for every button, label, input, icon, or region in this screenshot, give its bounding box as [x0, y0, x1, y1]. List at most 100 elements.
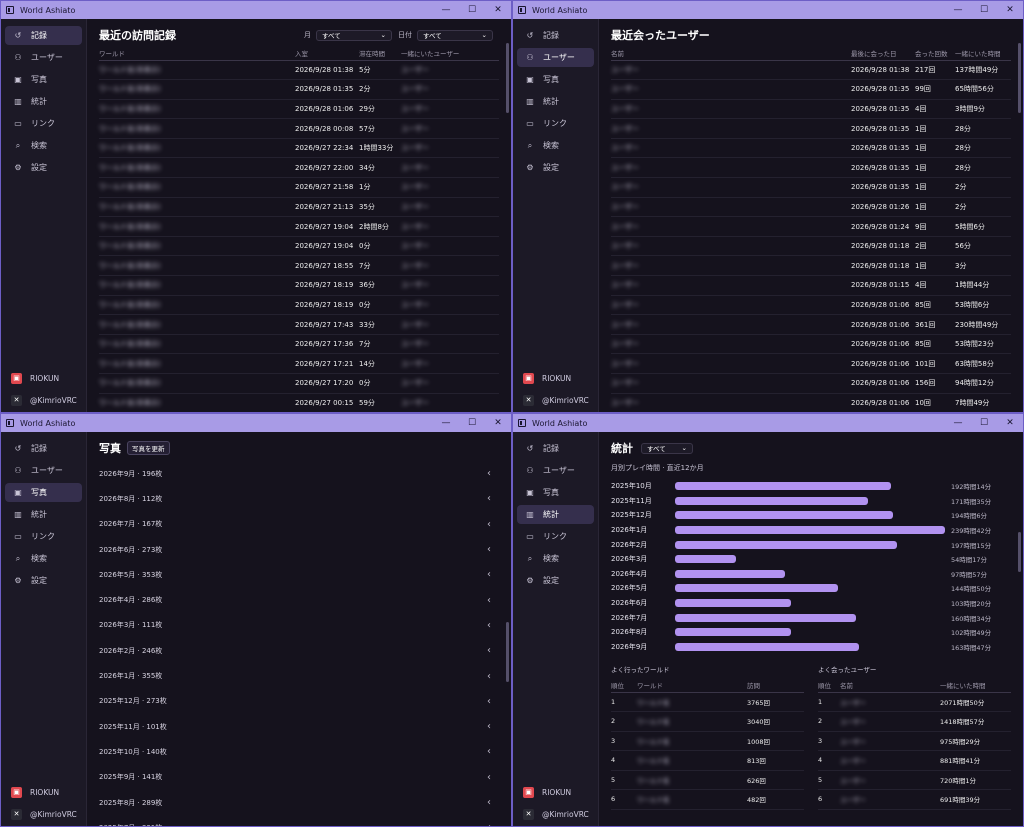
sidebar-item-1[interactable]: ⚇ ユーザー	[5, 461, 82, 480]
table-row[interactable]: 1 ワールド名 3765回	[611, 692, 804, 713]
table-row[interactable]: ワールド名(非表示) 2026/9/27 17:21 14分 ユーザー	[99, 353, 499, 374]
minimize-button[interactable]: —	[433, 418, 459, 428]
table-row[interactable]: ワールド名(非表示) 2026/9/27 21:58 1分 ユーザー	[99, 177, 499, 198]
table-row[interactable]: 2 ユーザー 1418時間57分	[818, 711, 1011, 732]
chevron-left-icon[interactable]: ‹	[487, 519, 491, 530]
sidebar-item-6[interactable]: ⚙ 設定	[517, 158, 594, 177]
title-bar[interactable]: World Ashiato — ☐ ✕	[1, 414, 511, 432]
sidebar-item-4[interactable]: ▭ リンク	[517, 114, 594, 133]
chevron-left-icon[interactable]: ‹	[487, 620, 491, 631]
table-row[interactable]: 1 ユーザー 2071時間50分	[818, 692, 1011, 713]
table-row[interactable]: 5 ワールド名 626回	[611, 770, 804, 791]
sidebar-item-4[interactable]: ▭ リンク	[5, 527, 82, 546]
table-row[interactable]: ワールド名(非表示) 2026/9/27 21:13 35分 ユーザー	[99, 197, 499, 218]
table-row[interactable]: ワールド名(非表示) 2026/9/28 01:38 5分 ユーザー	[99, 60, 499, 81]
riokun-link[interactable]: ▣ RIOKUN	[1, 782, 87, 802]
table-row[interactable]: ワールド名(非表示) 2026/9/27 18:19 36分 ユーザー	[99, 275, 499, 296]
sidebar-item-2[interactable]: ▣ 写真	[5, 70, 82, 89]
table-row[interactable]: ユーザー 2026/9/28 01:35 1回 28分	[611, 118, 1011, 139]
table-row[interactable]: 5 ユーザー 720時間1分	[818, 770, 1011, 791]
sidebar-item-2[interactable]: ▣ 写真	[5, 483, 82, 502]
sidebar-item-0[interactable]: ↺ 記録	[5, 26, 82, 45]
table-row[interactable]: 6 ユーザー 691時間39分	[818, 789, 1011, 810]
table-row[interactable]: ワールド名(非表示) 2026/9/27 18:19 0分 ユーザー	[99, 295, 499, 316]
chevron-left-icon[interactable]: ‹	[487, 569, 491, 580]
riokun-link[interactable]: ▣ RIOKUN	[513, 368, 599, 388]
maximize-button[interactable]: ☐	[971, 418, 997, 428]
table-row[interactable]: ワールド名(非表示) 2026/9/28 01:06 29分 ユーザー	[99, 99, 499, 120]
minimize-button[interactable]: —	[945, 5, 971, 15]
photo-month-row[interactable]: 2026年9月 · 196枚 ‹	[99, 461, 499, 486]
chevron-left-icon[interactable]: ‹	[487, 493, 491, 504]
table-row[interactable]: ユーザー 2026/9/28 01:38 217回 137時間49分	[611, 60, 1011, 81]
twitter-link[interactable]: ✕ @KimrioVRC	[513, 804, 599, 824]
sidebar-item-1[interactable]: ⚇ ユーザー	[517, 48, 594, 67]
sidebar-item-0[interactable]: ↺ 記録	[517, 439, 594, 458]
chevron-left-icon[interactable]: ‹	[487, 721, 491, 732]
sidebar-item-3[interactable]: ▥ 統計	[517, 92, 594, 111]
twitter-link[interactable]: ✕ @KimrioVRC	[513, 390, 599, 410]
sidebar-item-2[interactable]: ▣ 写真	[517, 70, 594, 89]
sidebar-item-5[interactable]: ⌕ 検索	[5, 136, 82, 155]
scrollbar[interactable]	[506, 622, 509, 682]
photo-month-row[interactable]: 2025年12月 · 273枚 ‹	[99, 689, 499, 714]
table-row[interactable]: ワールド名(非表示) 2026/9/28 01:35 2分 ユーザー	[99, 79, 499, 100]
table-row[interactable]: ワールド名(非表示) 2026/9/27 17:20 0分 ユーザー	[99, 373, 499, 394]
table-row[interactable]: ワールド名(非表示) 2026/9/27 19:04 0分 ユーザー	[99, 236, 499, 257]
photo-month-row[interactable]: 2025年11月 · 101枚 ‹	[99, 714, 499, 739]
maximize-button[interactable]: ☐	[459, 5, 485, 15]
sidebar-item-0[interactable]: ↺ 記録	[5, 439, 82, 458]
sidebar-item-3[interactable]: ▥ 統計	[5, 505, 82, 524]
title-bar[interactable]: World Ashiato — ☐ ✕	[513, 1, 1023, 19]
table-row[interactable]: ワールド名(非表示) 2026/9/28 00:08 57分 ユーザー	[99, 118, 499, 139]
chevron-left-icon[interactable]: ‹	[487, 645, 491, 656]
sidebar-item-0[interactable]: ↺ 記録	[517, 26, 594, 45]
table-row[interactable]: ユーザー 2026/9/28 01:35 1回 2分	[611, 177, 1011, 198]
table-row[interactable]: 4 ユーザー 881時間41分	[818, 750, 1011, 771]
month-select[interactable]: すべて ⌄	[316, 29, 392, 41]
photo-month-row[interactable]: 2026年2月 · 246枚 ‹	[99, 638, 499, 663]
table-row[interactable]: ユーザー 2026/9/28 01:35 99回 65時間56分	[611, 79, 1011, 100]
table-row[interactable]: ユーザー 2026/9/28 01:35 1回 28分	[611, 157, 1011, 179]
table-row[interactable]: ユーザー 2026/9/28 01:15 4回 1時間44分	[611, 275, 1011, 296]
photo-month-row[interactable]: 2025年10月 · 140枚 ‹	[99, 739, 499, 764]
scrollbar[interactable]	[1018, 532, 1021, 572]
sidebar-item-5[interactable]: ⌕ 検索	[5, 549, 82, 568]
table-row[interactable]: ワールド名(非表示) 2026/9/27 17:43 33分 ユーザー	[99, 314, 499, 335]
table-row[interactable]: ユーザー 2026/9/28 01:06 361回 230時間49分	[611, 314, 1011, 335]
riokun-link[interactable]: ▣ RIOKUN	[1, 368, 87, 388]
sidebar-item-4[interactable]: ▭ リンク	[5, 114, 82, 133]
close-button[interactable]: ✕	[485, 5, 511, 15]
chevron-left-icon[interactable]: ‹	[487, 822, 491, 826]
sidebar-item-3[interactable]: ▥ 統計	[517, 505, 594, 524]
minimize-button[interactable]: —	[433, 5, 459, 15]
date-select[interactable]: すべて ⌄	[417, 29, 493, 41]
sidebar-item-1[interactable]: ⚇ ユーザー	[517, 461, 594, 480]
maximize-button[interactable]: ☐	[459, 418, 485, 428]
table-row[interactable]: ユーザー 2026/9/28 01:06 85回 53時間6分	[611, 295, 1011, 316]
scrollbar[interactable]	[506, 43, 509, 113]
sidebar-item-5[interactable]: ⌕ 検索	[517, 549, 594, 568]
photo-month-row[interactable]: 2025年8月 · 289枚 ‹	[99, 790, 499, 815]
chevron-left-icon[interactable]: ‹	[487, 595, 491, 606]
chevron-left-icon[interactable]: ‹	[487, 696, 491, 707]
photo-month-row[interactable]: 2026年4月 · 286枚 ‹	[99, 587, 499, 612]
chevron-left-icon[interactable]: ‹	[487, 544, 491, 555]
sidebar-item-6[interactable]: ⚙ 設定	[5, 158, 82, 177]
title-bar[interactable]: World Ashiato — ☐ ✕	[1, 1, 511, 19]
stats-filter-select[interactable]: すべて ⌄	[641, 442, 693, 454]
refresh-photos-button[interactable]: 写真を更新	[127, 441, 170, 455]
photo-month-row[interactable]: 2026年5月 · 353枚 ‹	[99, 562, 499, 587]
photo-month-row[interactable]: 2026年1月 · 355枚 ‹	[99, 663, 499, 688]
sidebar-item-2[interactable]: ▣ 写真	[517, 483, 594, 502]
table-row[interactable]: ワールド名(非表示) 2026/9/27 19:04 2時間8分 ユーザー	[99, 216, 499, 237]
scrollbar[interactable]	[1018, 43, 1021, 113]
sidebar-item-3[interactable]: ▥ 統計	[5, 92, 82, 111]
table-row[interactable]: ユーザー 2026/9/28 01:06 101回 63時間58分	[611, 353, 1011, 374]
sidebar-item-5[interactable]: ⌕ 検索	[517, 136, 594, 155]
photo-month-row[interactable]: 2025年7月 · 331枚 ‹	[99, 815, 499, 826]
table-row[interactable]: ユーザー 2026/9/28 01:26 1回 2分	[611, 197, 1011, 218]
chevron-left-icon[interactable]: ‹	[487, 468, 491, 479]
riokun-link[interactable]: ▣ RIOKUN	[513, 782, 599, 802]
table-row[interactable]: ワールド名(非表示) 2026/9/27 17:36 7分 ユーザー	[99, 334, 499, 355]
